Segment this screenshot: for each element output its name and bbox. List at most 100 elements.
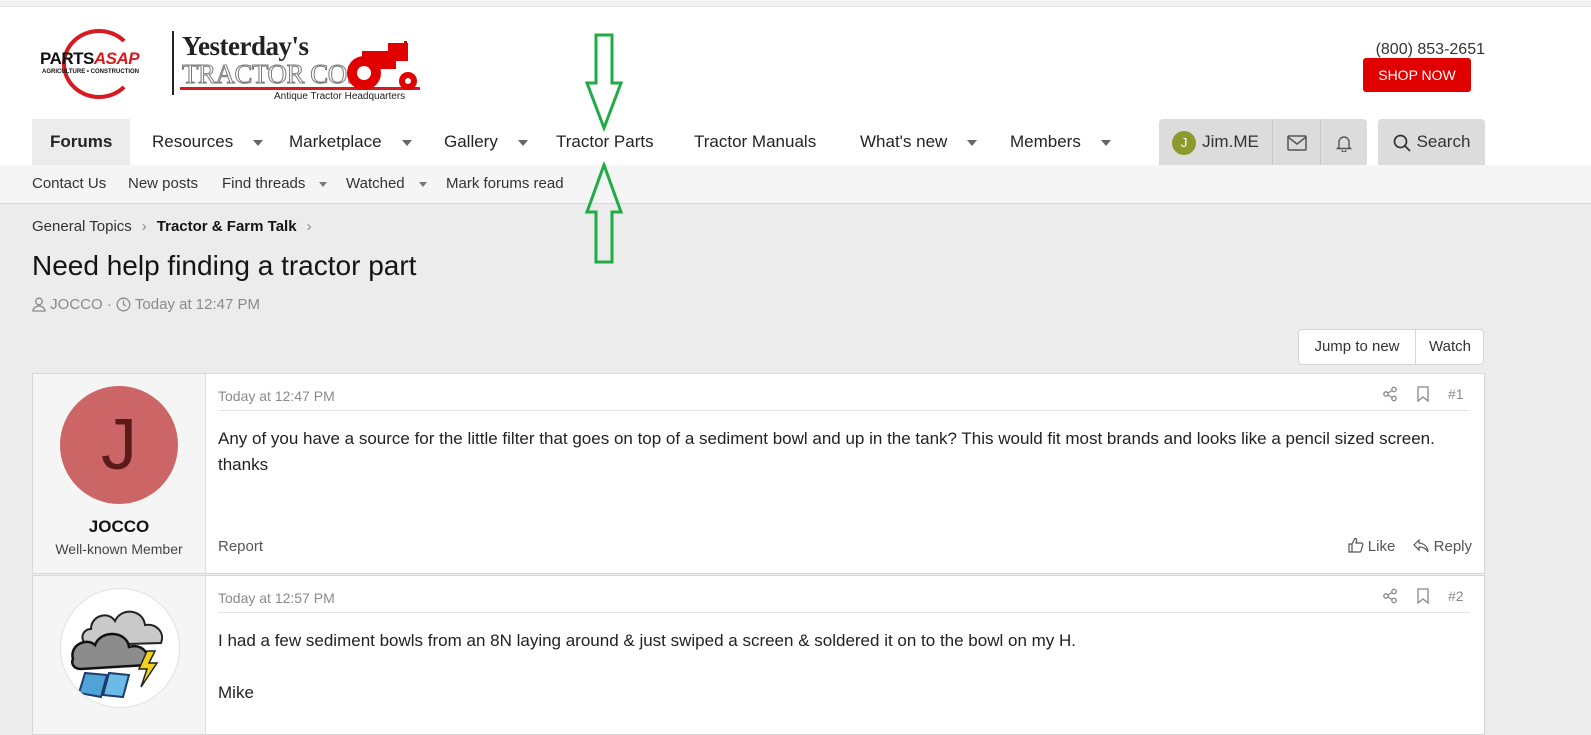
post-1: J JOCCO Well-known Member Today at 12:47…	[32, 373, 1485, 574]
user-title: Well-known Member	[55, 541, 183, 557]
post-signature: Mike	[218, 683, 254, 702]
down-arrow-annotation-icon	[584, 33, 624, 133]
post-2: Today at 12:57 PM #2 I had a few sedimen…	[32, 575, 1485, 735]
chevron-right-icon: ›	[141, 218, 147, 235]
report-link[interactable]: Report	[218, 538, 263, 555]
nav-label: What's new	[860, 132, 948, 151]
partsasap-subtitle: AGRICULTURE • CONSTRUCTION	[42, 69, 139, 75]
post-number[interactable]: #2	[1448, 588, 1464, 604]
nav-tab-forums[interactable]: Forums	[32, 119, 131, 165]
partsasap-logo-text: PARTSASAP	[40, 49, 140, 68]
subnav-watched[interactable]: Watched	[346, 165, 427, 203]
chevron-down-icon[interactable]	[517, 139, 528, 146]
nav-label: Resources	[152, 132, 234, 151]
site-logo[interactable]: PARTSASAP AGRICULTURE • CONSTRUCTION Yes…	[34, 27, 454, 117]
share-icon[interactable]	[1382, 588, 1398, 607]
inbox-button[interactable]	[1273, 119, 1320, 165]
tractor-icon	[347, 41, 417, 90]
post-user-panel	[33, 576, 206, 734]
post-username[interactable]: JOCCO	[33, 517, 205, 537]
breadcrumb-general-topics[interactable]: General Topics	[32, 218, 132, 235]
nav-tab-marketplace[interactable]: Marketplace	[289, 119, 412, 165]
user-nav-group: J Jim.ME	[1159, 119, 1367, 165]
search-button[interactable]: Search	[1378, 119, 1485, 165]
post-body: Any of you have a source for the little …	[218, 429, 1435, 474]
reply-button[interactable]: Reply	[1413, 538, 1472, 555]
nav-tab-tractor-manuals[interactable]: Tractor Manuals	[694, 119, 816, 165]
nav-label: Marketplace	[289, 132, 382, 151]
avatar[interactable]: J	[60, 386, 178, 504]
chevron-down-icon[interactable]	[401, 139, 412, 146]
logo-tagline: Antique Tractor Headquarters	[274, 91, 406, 102]
phone-number[interactable]: (800) 853-2651	[1376, 41, 1485, 59]
nav-tab-resources[interactable]: Resources	[152, 119, 264, 165]
alerts-button[interactable]	[1321, 119, 1367, 165]
search-label: Search	[1416, 132, 1471, 151]
top-border	[0, 0, 1591, 7]
chevron-down-icon[interactable]	[967, 139, 978, 146]
nav-label: Members	[1010, 132, 1081, 151]
chevron-right-icon: ›	[306, 218, 312, 235]
bookmark-icon[interactable]	[1416, 386, 1430, 405]
post-header-divider	[218, 410, 1470, 411]
post-body-line: I had a few sediment bowls from an 8N la…	[218, 631, 1077, 650]
subnav-contact-us[interactable]: Contact Us	[32, 165, 106, 203]
avatar[interactable]	[60, 588, 180, 708]
subnav-mark-forums-read[interactable]: Mark forums read	[446, 165, 564, 203]
breadcrumb: General Topics › Tractor & Farm Talk ›	[32, 218, 322, 235]
reply-label: Reply	[1433, 538, 1472, 555]
chevron-down-icon[interactable]	[1100, 139, 1111, 146]
page-title: Need help finding a tractor part	[32, 250, 417, 281]
post-user-panel: J JOCCO Well-known Member	[33, 374, 206, 573]
avatar: J	[1172, 130, 1197, 155]
post-header-divider	[218, 612, 1470, 613]
post-tools: #2	[1382, 588, 1472, 608]
nav-tab-whats-new[interactable]: What's new	[860, 119, 978, 165]
chevron-down-icon[interactable]	[319, 181, 328, 187]
chevron-down-icon[interactable]	[418, 181, 427, 187]
post-tools: #1	[1382, 386, 1472, 406]
like-label: Like	[1367, 538, 1396, 555]
chevron-down-icon[interactable]	[253, 139, 264, 146]
jump-to-new-button[interactable]: Jump to new	[1299, 330, 1415, 364]
like-button[interactable]: Like	[1347, 537, 1400, 555]
subnav-find-threads[interactable]: Find threads	[222, 165, 328, 203]
account-menu[interactable]: J Jim.ME	[1159, 119, 1272, 165]
breadcrumb-tractor-farm-talk[interactable]: Tractor & Farm Talk	[157, 218, 297, 235]
post-date[interactable]: Today at 12:47 PM	[218, 388, 335, 404]
thread-meta: JOCCO · Today at 12:47 PM	[32, 296, 260, 313]
tractor-co-logo-text: TRACTOR CO.	[181, 59, 354, 90]
username-label: Jim.ME	[1202, 132, 1259, 151]
logo-divider	[172, 31, 174, 95]
subnav-label: Find threads	[222, 175, 306, 192]
watch-button[interactable]: Watch	[1416, 330, 1484, 364]
share-icon[interactable]	[1382, 386, 1398, 405]
bell-icon	[1335, 135, 1353, 153]
search-icon	[1393, 134, 1411, 152]
envelope-icon	[1286, 134, 1307, 151]
subnav-label: Watched	[346, 175, 405, 192]
up-arrow-annotation-icon	[584, 162, 624, 264]
nav-label: Gallery	[444, 132, 498, 151]
storm-cloud-icon	[71, 610, 163, 699]
post-body: I had a few sediment bowls from an 8N la…	[218, 628, 1444, 706]
sub-navigation: Contact Us New posts Find threads Watche…	[0, 165, 1591, 204]
clock-icon	[116, 297, 131, 312]
reply-icon	[1413, 538, 1430, 553]
search-button-inner[interactable]: Search	[1378, 119, 1485, 165]
bookmark-icon[interactable]	[1416, 588, 1430, 607]
post-date[interactable]: Today at 12:57 PM	[218, 590, 335, 606]
thread-actions: Jump to new Watch	[1298, 329, 1484, 365]
thumbs-up-icon	[1347, 537, 1363, 553]
thread-author[interactable]: JOCCO	[50, 296, 103, 313]
shop-now-button[interactable]: SHOP NOW	[1363, 58, 1471, 92]
user-icon	[32, 297, 46, 312]
nav-tab-gallery[interactable]: Gallery	[444, 119, 528, 165]
thread-time[interactable]: Today at 12:47 PM	[135, 296, 260, 313]
post-number[interactable]: #1	[1448, 386, 1464, 402]
post-actions: Like Reply	[1347, 537, 1472, 555]
subnav-new-posts[interactable]: New posts	[128, 165, 198, 203]
yesterdays-logo-text: Yesterday's	[182, 31, 309, 61]
nav-tab-members[interactable]: Members	[1010, 119, 1111, 165]
